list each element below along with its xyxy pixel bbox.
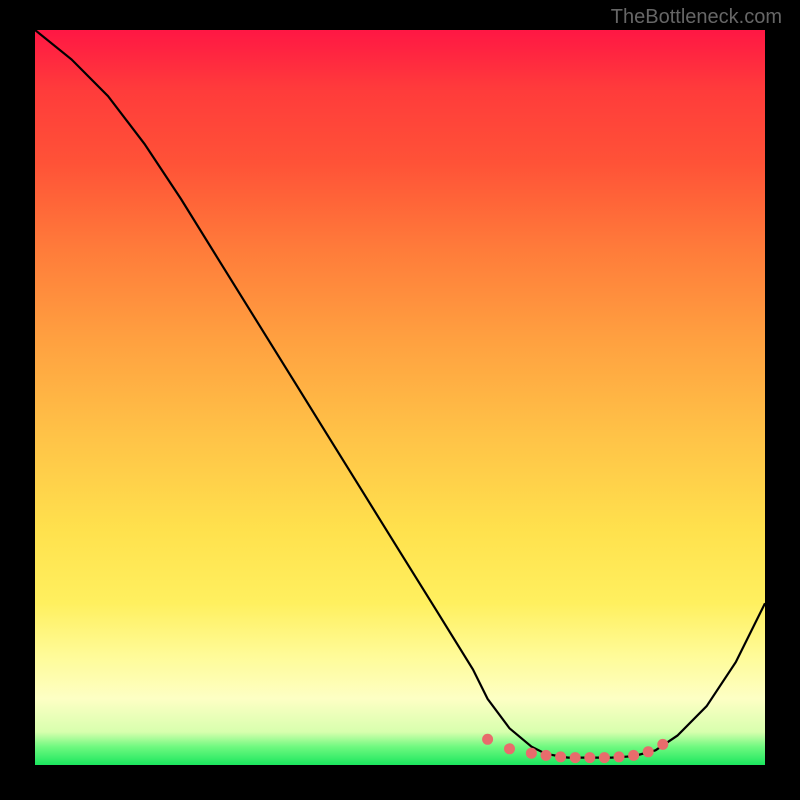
marker-dot (482, 734, 493, 745)
marker-dot (614, 751, 625, 762)
chart-svg (35, 30, 765, 765)
marker-dot (628, 750, 639, 761)
marker-dot (526, 748, 537, 759)
bottleneck-curve-line (35, 30, 765, 758)
watermark-text: TheBottleneck.com (611, 6, 782, 29)
marker-dot (555, 751, 566, 762)
marker-dot (584, 752, 595, 763)
marker-dot (504, 743, 515, 754)
marker-dot (643, 746, 654, 757)
marker-dot (657, 739, 668, 750)
optimal-range-markers (482, 734, 668, 763)
chart-plot-area (35, 30, 765, 765)
marker-dot (541, 750, 552, 761)
marker-dot (570, 752, 581, 763)
marker-dot (599, 752, 610, 763)
